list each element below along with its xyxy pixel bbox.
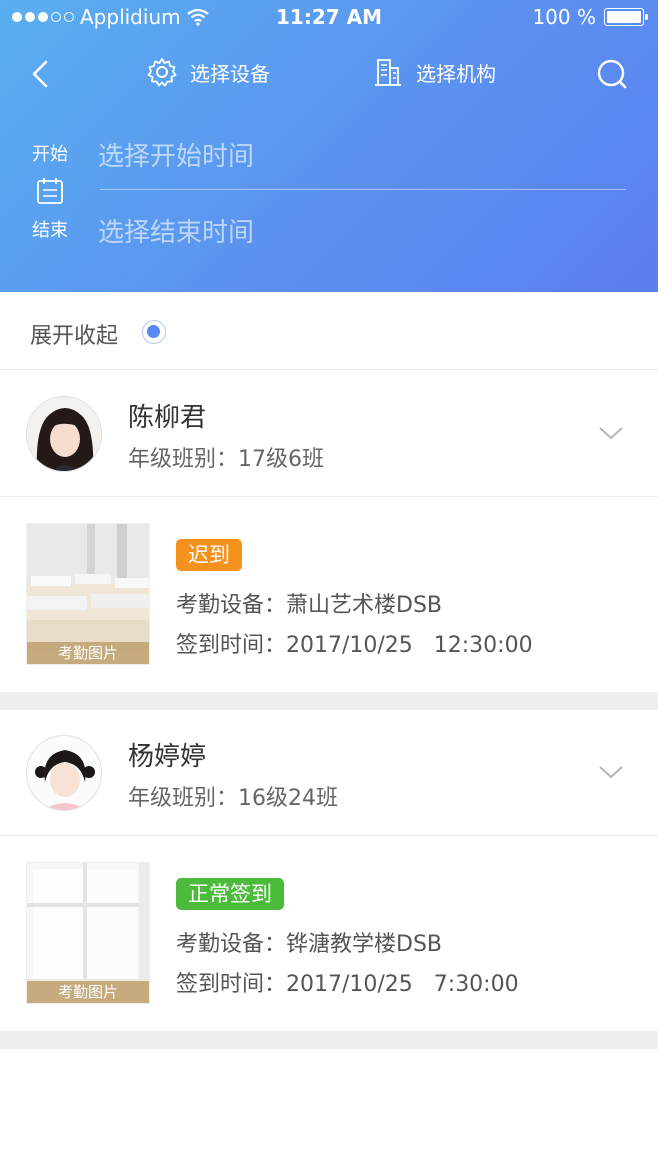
expand-collapse-toggle[interactable]	[142, 320, 166, 344]
header: Applidium 11:27 AM 100 % 选择设备 选择机构 开始 结束…	[0, 0, 658, 292]
attendance-photo[interactable]: 考勤图片	[26, 862, 150, 1004]
attendance-device: 考勤设备：铧溏教学楼DSB	[176, 932, 442, 957]
status-badge: 正常签到	[176, 878, 284, 910]
end-label: 结束	[32, 220, 68, 241]
checkin-time: 签到时间：2017/10/25 12:30:00	[176, 633, 533, 658]
chevron-down-icon[interactable]	[598, 425, 624, 441]
building-icon	[375, 59, 401, 86]
nav-bar: 选择设备 选择机构	[0, 52, 658, 96]
student-name: 陈柳君	[128, 403, 207, 433]
start-time-input[interactable]: 选择开始时间	[98, 136, 626, 173]
avatar	[26, 396, 102, 472]
battery-percent: 100 %	[532, 5, 596, 29]
battery-icon	[604, 8, 648, 26]
select-device-label: 选择设备	[190, 61, 270, 86]
record-card: 杨婷婷 年级班别：16级24班 考勤图片 正常签到 考勤设备：铧溏教学楼DSB …	[0, 710, 658, 1032]
checkin-time: 签到时间：2017/10/25 7:30:00	[176, 972, 519, 997]
status-bar: Applidium 11:27 AM 100 %	[0, 0, 658, 34]
expand-collapse-label: 展开收起	[30, 324, 119, 349]
select-org-label: 选择机构	[416, 61, 496, 86]
record-header[interactable]: 杨婷婷 年级班别：16级24班	[0, 710, 658, 836]
record-card: 陈柳君 年级班别：17级6班 考勤图片 迟到 考勤设备：萧山艺术楼DSB 签到时…	[0, 371, 658, 693]
record-detail: 考勤图片 正常签到 考勤设备：铧溏教学楼DSB 签到时间：2017/10/25 …	[0, 836, 658, 1032]
photo-caption: 考勤图片	[27, 642, 149, 664]
record-header[interactable]: 陈柳君 年级班别：17级6班	[0, 371, 658, 497]
search-icon[interactable]	[596, 56, 630, 92]
status-right: 100 %	[532, 5, 648, 29]
attendance-photo[interactable]: 考勤图片	[26, 523, 150, 665]
select-device-button[interactable]: 选择设备	[146, 56, 270, 88]
calendar-icon	[37, 178, 63, 204]
status-badge: 迟到	[176, 539, 242, 571]
start-label: 开始	[32, 144, 68, 165]
card-separator	[0, 1031, 658, 1049]
record-detail: 考勤图片 迟到 考勤设备：萧山艺术楼DSB 签到时间：2017/10/25 12…	[0, 497, 658, 693]
end-time-input[interactable]: 选择结束时间	[98, 212, 626, 249]
gear-icon	[147, 58, 177, 87]
time-divider	[100, 189, 626, 190]
student-grade: 年级班别：16级24班	[128, 786, 338, 811]
back-icon[interactable]	[26, 56, 60, 92]
student-grade: 年级班别：17级6班	[128, 447, 324, 472]
chevron-down-icon[interactable]	[598, 764, 624, 780]
avatar	[26, 735, 102, 811]
attendance-device: 考勤设备：萧山艺术楼DSB	[176, 593, 442, 618]
student-name: 杨婷婷	[128, 742, 207, 772]
card-separator	[0, 692, 658, 710]
select-org-button[interactable]: 选择机构	[372, 56, 496, 88]
expand-collapse-row: 展开收起	[0, 292, 658, 370]
photo-caption: 考勤图片	[27, 981, 149, 1003]
